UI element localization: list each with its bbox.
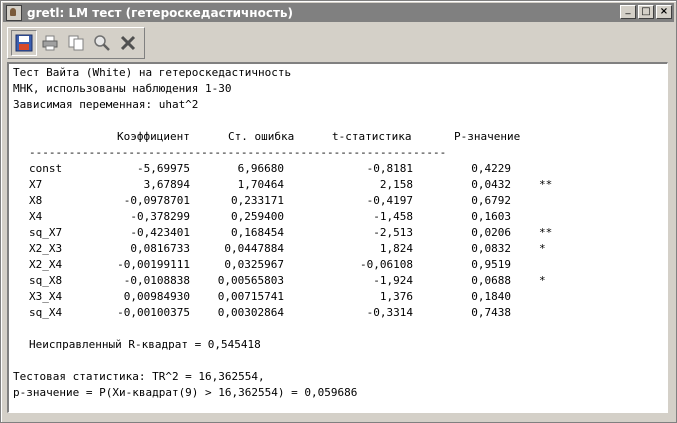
row-std-error: 0,259400	[231, 210, 284, 223]
row-p-value: 0,1603	[471, 210, 511, 223]
row-coefficient: -0,378299	[130, 210, 190, 223]
table-separator: ----------------------------------------…	[29, 146, 447, 159]
row-std-error: 1,70464	[237, 178, 284, 191]
save-icon	[15, 34, 33, 52]
row-coefficient: 0,0816733	[130, 242, 190, 255]
row-variable: sq_X8	[29, 274, 63, 287]
maximize-icon: □	[641, 6, 651, 17]
row-t-stat: -0,4197	[366, 194, 413, 207]
test-statistic-line: Тестовая статистика: TR^2 = 16,362554,	[13, 370, 265, 383]
row-variable: X7	[29, 178, 43, 191]
row-variable: X4	[29, 210, 43, 223]
r-squared-line: Неисправленный R-квадрат = 0,545418	[29, 338, 261, 351]
toolbar	[7, 27, 145, 59]
row-std-error: 6,96680	[237, 162, 284, 175]
row-variable: const	[29, 162, 63, 175]
col-header-t: t-статистика	[332, 130, 412, 143]
row-coefficient: -0,0978701	[123, 194, 190, 207]
row-std-error: 0,0325967	[224, 258, 284, 271]
close-button[interactable]: ×	[656, 5, 672, 19]
row-coefficient: -0,0108838	[123, 274, 190, 287]
p-value-line: р-значение = P(Хи-квадрат(9) > 16,362554…	[13, 386, 358, 399]
row-p-value: 0,0206	[471, 226, 511, 239]
row-std-error: 0,00302864	[217, 306, 284, 319]
row-variable: X2_X3	[29, 242, 63, 255]
row-t-stat: -0,8181	[366, 162, 413, 175]
row-p-value: 0,1840	[471, 290, 511, 303]
row-p-value: 0,4229	[471, 162, 511, 175]
row-t-stat: -0,3314	[366, 306, 413, 319]
row-p-value: 0,6792	[471, 194, 511, 207]
close-output-button[interactable]	[115, 30, 141, 56]
dependent-variable: Зависимая переменная: uhat^2	[13, 98, 199, 111]
row-variable: X3_X4	[29, 290, 63, 303]
row-significance: **	[539, 226, 553, 239]
row-variable: sq_X7	[29, 226, 63, 239]
test-title: Тест Вайта (White) на гетероскедастичнос…	[13, 66, 292, 79]
window-controls: _ □ ×	[618, 5, 672, 19]
window-title: gretl: LM тест (гетероскедастичность)	[27, 5, 293, 20]
row-t-stat: -1,924	[373, 274, 413, 287]
gretl-window: gretl: LM тест (гетероскедастичность) _ …	[0, 0, 677, 423]
row-t-stat: -2,513	[373, 226, 413, 239]
row-std-error: 0,0447884	[224, 242, 284, 255]
row-std-error: 0,00715741	[217, 290, 284, 303]
gretl-app-icon[interactable]	[6, 4, 22, 21]
print-button[interactable]	[37, 30, 63, 56]
maximize-button[interactable]: □	[638, 5, 654, 19]
close-window-icon: ×	[659, 6, 669, 17]
minimize-button[interactable]: _	[620, 5, 636, 19]
row-std-error: 0,233171	[231, 194, 284, 207]
row-significance: *	[539, 242, 546, 255]
save-button[interactable]	[11, 30, 37, 56]
row-coefficient: -0,00199111	[117, 258, 190, 271]
row-p-value: 0,0832	[471, 242, 511, 255]
row-coefficient: 3,67894	[143, 178, 190, 191]
close-icon	[120, 35, 136, 51]
title-bar[interactable]: gretl: LM тест (гетероскедастичность) _ …	[3, 3, 674, 22]
row-significance: **	[539, 178, 553, 191]
estimation-info: МНК, использованы наблюдения 1-30	[13, 82, 232, 95]
row-significance: *	[539, 274, 546, 287]
row-std-error: 0,00565803	[217, 274, 284, 287]
row-t-stat: 1,824	[379, 242, 413, 255]
row-p-value: 0,9519	[471, 258, 511, 271]
find-icon	[94, 35, 110, 51]
print-icon	[42, 35, 58, 51]
row-variable: X2_X4	[29, 258, 63, 271]
minimize-icon: _	[625, 4, 631, 15]
row-variable: X8	[29, 194, 43, 207]
row-t-stat: -1,458	[373, 210, 413, 223]
row-coefficient: -0,00100375	[117, 306, 190, 319]
copy-icon	[68, 35, 84, 51]
row-coefficient: -5,69975	[137, 162, 190, 175]
row-t-stat: -0,06108	[360, 258, 413, 271]
copy-button[interactable]	[63, 30, 89, 56]
row-t-stat: 2,158	[379, 178, 413, 191]
col-header-se: Ст. ошибка	[228, 130, 295, 143]
row-p-value: 0,0432	[471, 178, 511, 191]
row-p-value: 0,0688	[471, 274, 511, 287]
row-p-value: 0,7438	[471, 306, 511, 319]
row-coefficient: -0,423401	[130, 226, 190, 239]
output-text-area[interactable]: Тест Вайта (White) на гетероскедастичнос…	[7, 62, 668, 413]
col-header-p: P-значение	[454, 130, 521, 143]
find-button[interactable]	[89, 30, 115, 56]
row-t-stat: 1,376	[379, 290, 413, 303]
row-coefficient: 0,00984930	[123, 290, 190, 303]
row-std-error: 0,168454	[231, 226, 284, 239]
col-header-coef: Коэффициент	[117, 130, 190, 143]
row-variable: sq_X4	[29, 306, 63, 319]
